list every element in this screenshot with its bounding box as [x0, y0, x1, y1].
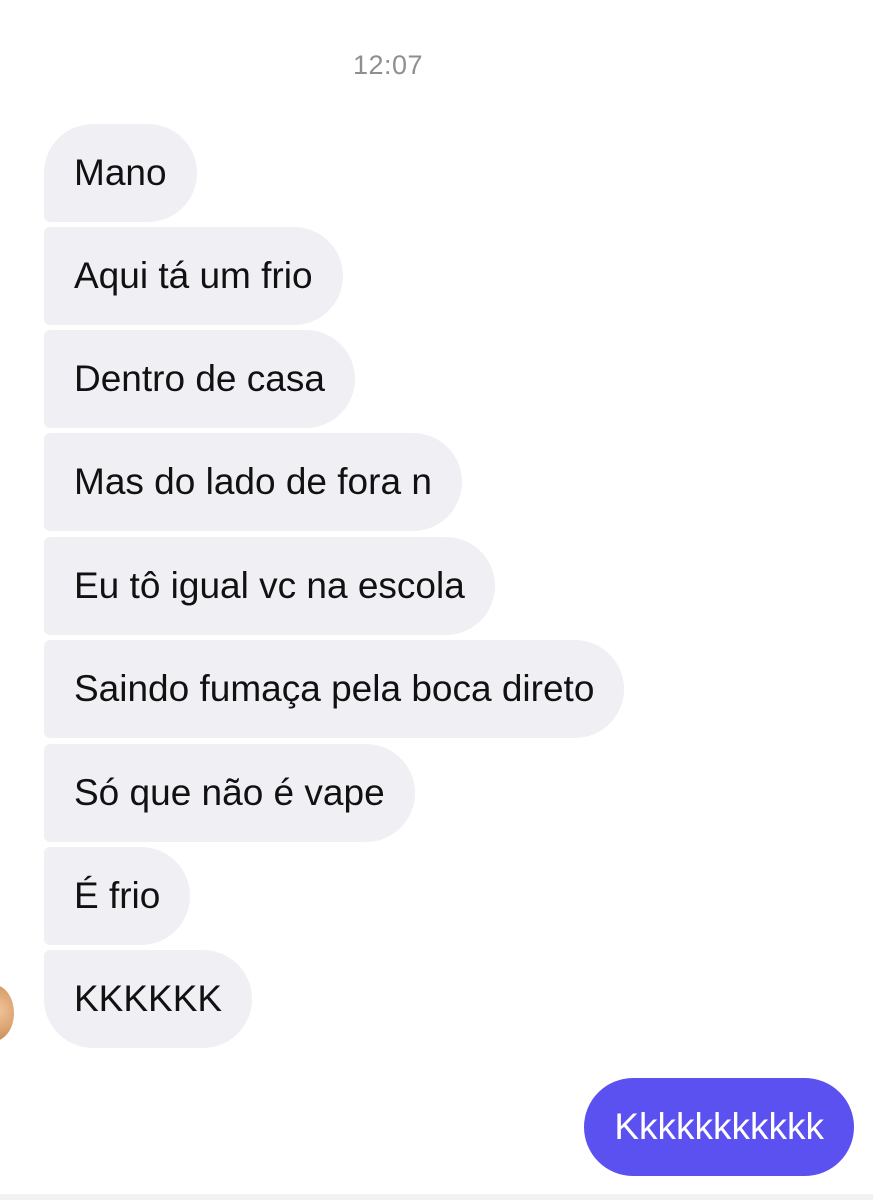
message-timestamp: 12:07 [352, 50, 424, 80]
received-message-bubble[interactable]: Eu tô igual vc na escola [44, 537, 495, 635]
received-message-bubble[interactable]: Saindo fumaça pela boca direto [44, 640, 625, 738]
received-message-bubble[interactable]: Dentro de casa [44, 330, 355, 428]
received-message-bubble[interactable]: É frio [44, 847, 191, 945]
received-message-bubble[interactable]: Aqui tá um frio [44, 227, 343, 325]
composer-divider [0, 1194, 873, 1200]
received-message-bubble[interactable]: Mas do lado de fora n [44, 433, 462, 531]
received-message-bubble[interactable]: Mano [44, 124, 197, 222]
contact-avatar[interactable] [0, 985, 14, 1041]
received-message-bubble[interactable]: KKKKKK [44, 950, 253, 1048]
received-message-bubble[interactable]: Só que não é vape [44, 744, 415, 842]
sent-message-bubble[interactable]: Kkkkkkkkkkk [584, 1078, 854, 1176]
